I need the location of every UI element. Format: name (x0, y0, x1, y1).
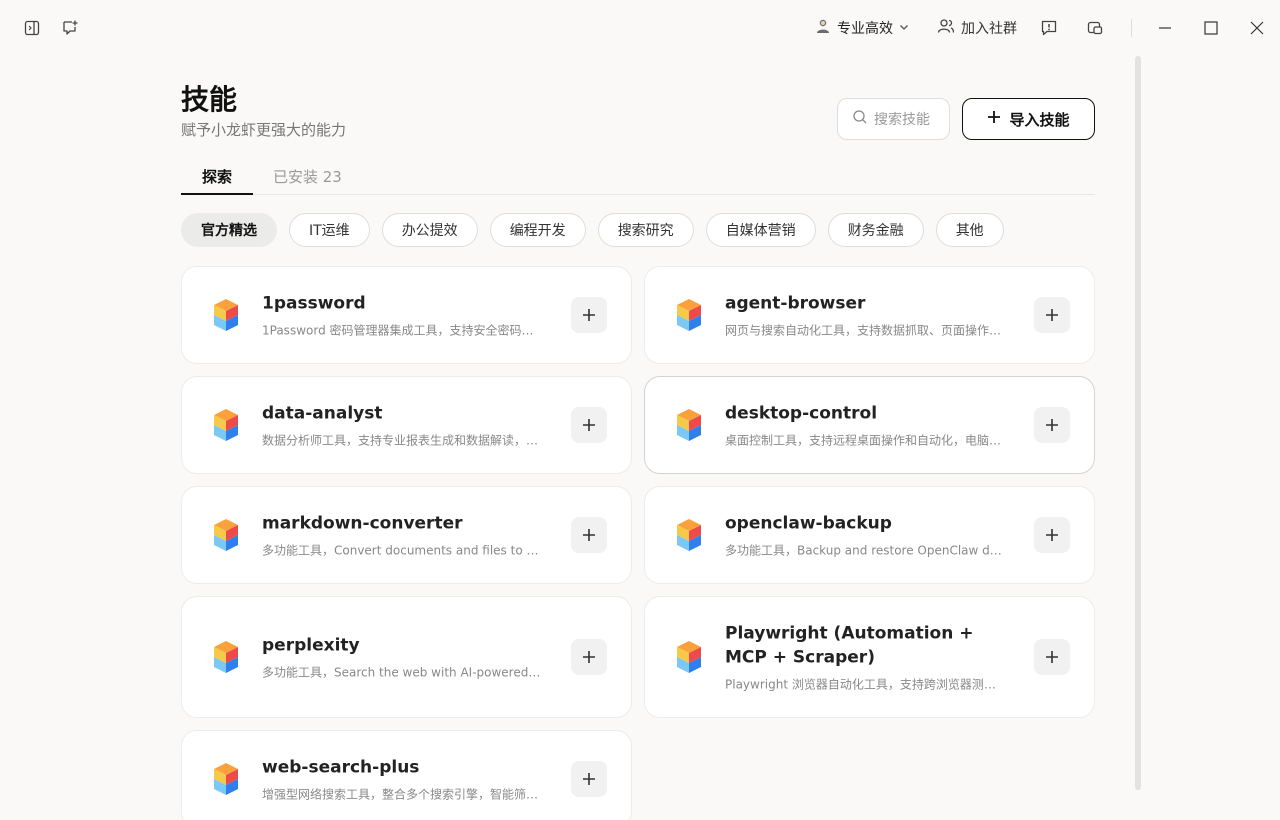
skill-description: Playwright 浏览器自动化工具，支持跨浏览器测试和爬虫 (725, 677, 1004, 692)
plus-icon (583, 773, 595, 785)
skill-cube-icon (675, 639, 703, 675)
import-skill-button[interactable]: 导入技能 (962, 98, 1095, 140)
skill-name: agent-browser (725, 293, 866, 314)
skill-description: 网页与搜索自动化工具，支持数据抓取、页面操作和信息提取 (725, 323, 1004, 338)
sidebar-toggle-icon[interactable] (22, 18, 42, 38)
skill-name: openclaw-backup (725, 513, 892, 534)
skill-description: 数据分析师工具，支持专业报表生成和数据解读，业务洞察 (262, 433, 541, 448)
tab-bar: 探索 已安装 23 (181, 160, 1095, 195)
plus-icon (583, 529, 595, 541)
skill-card[interactable]: perplexity 多功能工具，Search the web with AI-… (181, 596, 632, 718)
plus-icon (1046, 529, 1058, 541)
close-icon[interactable] (1234, 0, 1280, 56)
user-avatar-icon (815, 18, 831, 38)
mode-label: 专业高效 (837, 21, 893, 37)
skill-name: markdown-converter (262, 513, 463, 534)
skill-cube-icon (212, 761, 240, 797)
add-skill-button[interactable] (571, 517, 607, 553)
skill-card[interactable]: desktop-control 桌面控制工具，支持远程桌面操作和自动化，电脑桌面… (644, 376, 1095, 474)
skill-cube-icon (212, 517, 240, 553)
add-skill-button[interactable] (571, 761, 607, 797)
plus-icon (1046, 419, 1058, 431)
titlebar-divider (1131, 19, 1132, 37)
plus-icon (1046, 651, 1058, 663)
plus-icon (583, 309, 595, 321)
category-chip-research[interactable]: 搜索研究 (597, 213, 694, 247)
search-input[interactable]: 搜索技能 (837, 98, 950, 140)
skill-cube-icon (212, 639, 240, 675)
skill-cube-icon (675, 297, 703, 333)
feedback-icon[interactable] (1039, 18, 1059, 38)
mode-selector[interactable]: 专业高效 (815, 18, 909, 38)
add-skill-button[interactable] (1034, 517, 1070, 553)
category-chip-it-ops[interactable]: IT运维 (289, 213, 370, 247)
skill-name: perplexity (262, 635, 360, 656)
skill-description: 多功能工具，Backup and restore OpenClaw data. … (725, 543, 1004, 558)
skill-cube-icon (212, 297, 240, 333)
skill-card[interactable]: 1password 1Password 密码管理器集成工具，支持安全密码存储和自… (181, 266, 632, 364)
add-skill-button[interactable] (1034, 297, 1070, 333)
community-label: 加入社群 (961, 21, 1017, 37)
search-icon (852, 109, 868, 129)
join-community-button[interactable]: 加入社群 (937, 18, 1017, 38)
skill-name: desktop-control (725, 403, 878, 424)
maximize-icon[interactable] (1188, 0, 1234, 56)
add-skill-button[interactable] (1034, 639, 1070, 675)
category-chip-office[interactable]: 办公提效 (381, 213, 478, 247)
skill-card[interactable]: data-analyst 数据分析师工具，支持专业报表生成和数据解读，业务洞察 (181, 376, 632, 474)
skill-name: web-search-plus (262, 757, 420, 778)
tab-explore[interactable]: 探索 (181, 166, 253, 195)
category-chip-finance[interactable]: 财务金融 (827, 213, 924, 247)
skill-description: 多功能工具，Search the web with AI-powered ans… (262, 665, 541, 680)
switch-window-icon[interactable] (1085, 18, 1105, 38)
scrollbar[interactable] (1135, 56, 1141, 790)
plus-icon (583, 651, 595, 663)
skill-description: 1Password 密码管理器集成工具，支持安全密码存储和自动填充 (262, 323, 541, 338)
chevron-down-icon (899, 20, 909, 36)
skill-cube-icon (675, 407, 703, 443)
skill-description: 多功能工具，Convert documents and files to Mar… (262, 543, 541, 558)
skill-cube-icon (212, 407, 240, 443)
category-chip-other[interactable]: 其他 (935, 213, 1004, 247)
app-window: 专业高效 加入社群 技能 赋予小龙虾更强大的能力 搜索技能 导入技能 探索 已安… (0, 0, 1280, 820)
skill-description: 桌面控制工具，支持远程桌面操作和自动化，电脑桌面管理 (725, 433, 1004, 448)
plus-icon (1046, 309, 1058, 321)
plus-icon (583, 419, 595, 431)
skill-card[interactable]: web-search-plus 增强型网络搜索工具，整合多个搜索引擎，智能筛选结… (181, 730, 632, 820)
tab-installed[interactable]: 已安装 23 (273, 166, 342, 187)
page-title: 技能 (181, 83, 238, 116)
search-placeholder: 搜索技能 (874, 112, 930, 128)
new-chat-icon[interactable] (60, 18, 80, 38)
skill-card[interactable]: agent-browser 网页与搜索自动化工具，支持数据抓取、页面操作和信息提… (644, 266, 1095, 364)
category-chip-featured[interactable]: 官方精选 (181, 213, 277, 247)
skill-name: Playwright (Automation + MCP + Scraper) (725, 623, 974, 668)
skill-card[interactable]: openclaw-backup 多功能工具，Backup and restore… (644, 486, 1095, 584)
title-bar: 专业高效 加入社群 (0, 0, 1280, 56)
add-skill-button[interactable] (1034, 407, 1070, 443)
add-skill-button[interactable] (571, 297, 607, 333)
add-skill-button[interactable] (571, 639, 607, 675)
import-skill-label: 导入技能 (1009, 110, 1070, 129)
users-icon (937, 18, 955, 38)
category-chip-media[interactable]: 自媒体营销 (705, 213, 816, 247)
skill-card[interactable]: Playwright (Automation + MCP + Scraper) … (644, 596, 1095, 718)
category-chip-dev[interactable]: 编程开发 (489, 213, 586, 247)
skill-name: data-analyst (262, 403, 383, 424)
skill-name: 1password (262, 293, 366, 314)
minimize-icon[interactable] (1142, 0, 1188, 56)
plus-icon (987, 110, 1001, 128)
skill-card[interactable]: markdown-converter 多功能工具，Convert documen… (181, 486, 632, 584)
category-filter: 官方精选 IT运维 办公提效 编程开发 搜索研究 自媒体营销 财务金融 其他 (181, 213, 1004, 247)
add-skill-button[interactable] (571, 407, 607, 443)
skill-cube-icon (675, 517, 703, 553)
skill-description: 增强型网络搜索工具，整合多个搜索引擎，智能筛选结果 (262, 787, 541, 802)
page-subtitle: 赋予小龙虾更强大的能力 (181, 121, 347, 139)
